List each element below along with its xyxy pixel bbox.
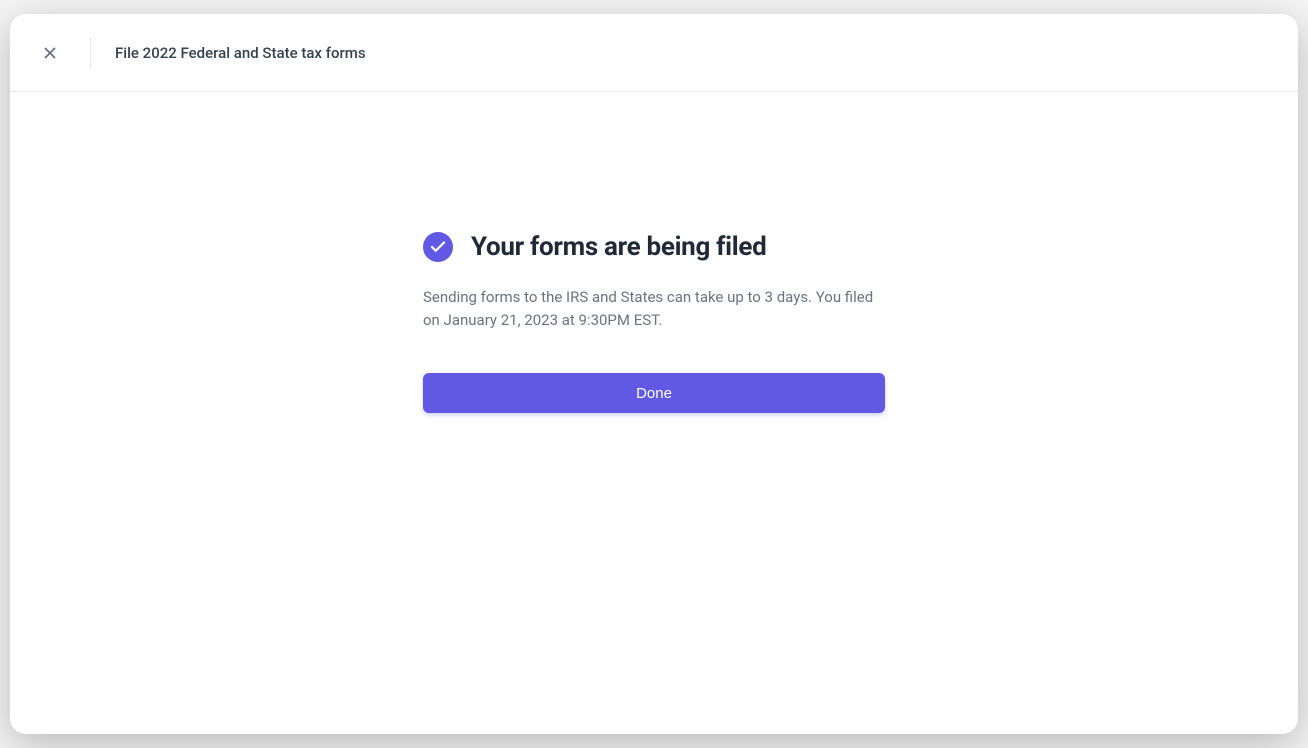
checkmark-icon bbox=[429, 238, 447, 256]
modal-header: File 2022 Federal and State tax forms bbox=[10, 14, 1298, 92]
title-row: Your forms are being filed bbox=[423, 232, 885, 262]
close-icon bbox=[41, 44, 59, 62]
modal-container: File 2022 Federal and State tax forms Yo… bbox=[10, 14, 1298, 734]
modal-content: Your forms are being filed Sending forms… bbox=[10, 92, 1298, 734]
status-description: Sending forms to the IRS and States can … bbox=[423, 286, 885, 331]
header-divider bbox=[90, 37, 91, 69]
content-inner: Your forms are being filed Sending forms… bbox=[423, 232, 885, 734]
header-title: File 2022 Federal and State tax forms bbox=[115, 44, 366, 62]
close-button[interactable] bbox=[34, 37, 66, 69]
done-button[interactable]: Done bbox=[423, 373, 885, 413]
check-badge bbox=[423, 232, 453, 262]
main-heading: Your forms are being filed bbox=[471, 232, 766, 262]
